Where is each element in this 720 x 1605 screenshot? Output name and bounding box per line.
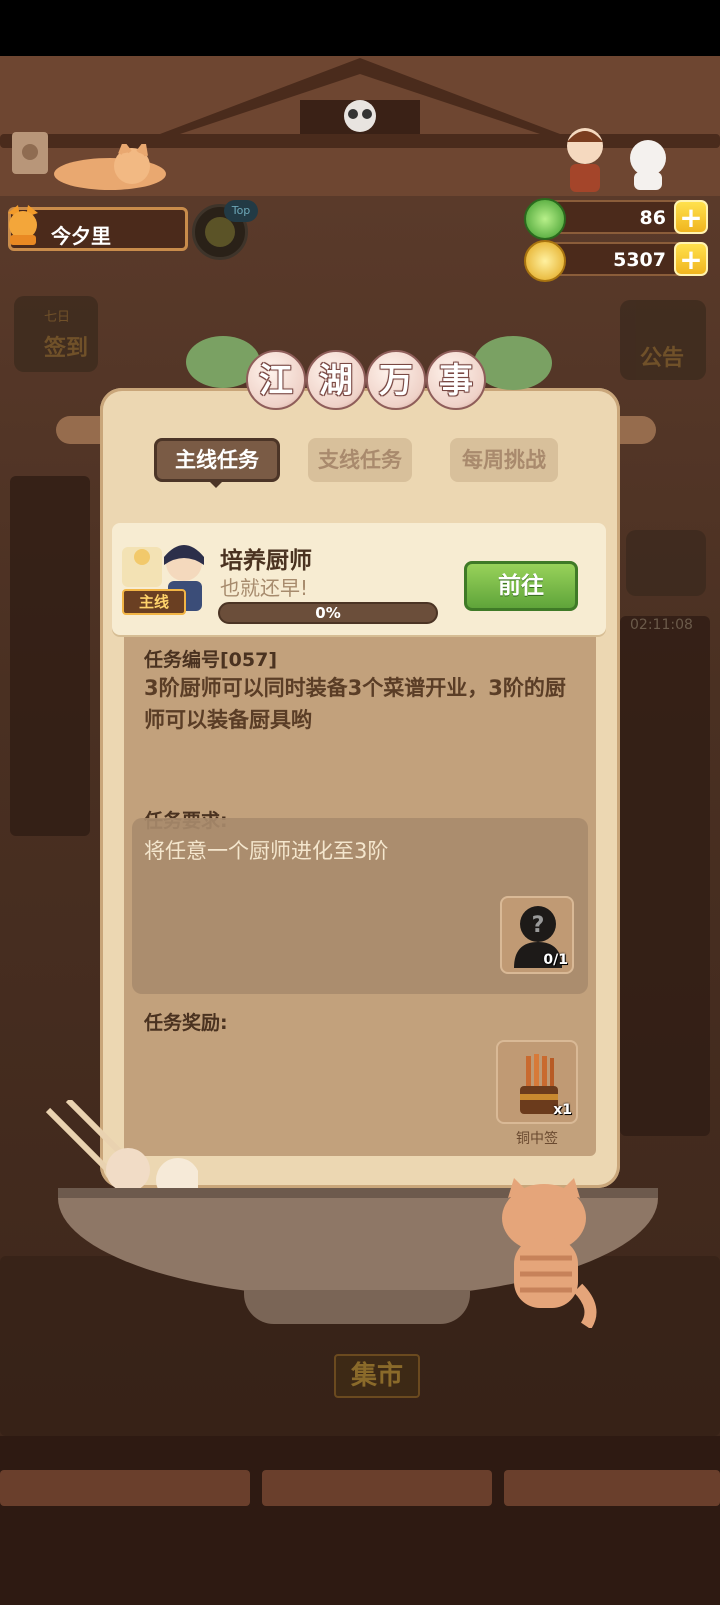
title-char-1: 江 [246, 350, 306, 410]
player-name: 今夕里 [51, 224, 111, 248]
fox-rank-icon [8, 205, 38, 245]
main-quest-tag: 主线 [122, 589, 186, 615]
requirement-count: 0/1 [543, 952, 568, 968]
title-char-3: 万 [366, 350, 426, 410]
climbing-cat-icon [502, 1178, 597, 1328]
fishball-skewer-icon [45, 1100, 198, 1200]
task-description: 3阶厨师可以同时装备3个菜谱开业，3阶的厨师可以装备厨具哟 [144, 676, 566, 732]
gift-timer: 02:11:08 [630, 617, 693, 633]
recipe-jar-icon [12, 132, 48, 174]
go-button[interactable]: 前往 [464, 561, 578, 611]
sign-in-day-label: 七日 [44, 310, 71, 325]
daily-sign-in-button[interactable]: 七日 签到 [14, 296, 98, 372]
market-sign[interactable]: 集市 [334, 1354, 420, 1398]
quest-progress-bar: 0% [218, 602, 438, 624]
coin-amount: 5307 [613, 249, 666, 271]
restaurant-roof [0, 56, 720, 196]
reward-label: 任务奖励: [144, 1012, 228, 1034]
title-char-2: 湖 [306, 350, 366, 410]
floor-plank [0, 1470, 250, 1506]
jade-icon [524, 198, 566, 240]
tab-weekly-challenge[interactable]: 每周挑战 [450, 438, 558, 482]
white-cat-npc-icon [630, 140, 666, 190]
notice-label: 公告 [640, 346, 685, 371]
shopkeeper-npc-icon [567, 128, 603, 192]
floor-plank [504, 1470, 720, 1506]
tab-main-quest[interactable]: 主线任务 [154, 438, 280, 482]
tab-side-quest[interactable]: 支线任务 [308, 438, 412, 482]
right-shelf [620, 616, 710, 1136]
reward-slot[interactable]: x1 [496, 1040, 578, 1124]
left-shelf [10, 476, 90, 836]
top-badge: Top [224, 200, 258, 222]
quest-title: 培养厨师 [220, 548, 312, 574]
reward-name: 铜中签 [516, 1131, 558, 1147]
requirement-slot[interactable]: ? 0/1 [500, 896, 574, 974]
reward-count: x1 [553, 1102, 572, 1118]
roof-truss-icon [160, 58, 560, 134]
floor-plank [262, 1470, 492, 1506]
title-char-4: 事 [426, 350, 486, 410]
limited-gift-button[interactable] [626, 530, 706, 596]
requirement-text: 将任意一个厨师进化至3阶 [144, 839, 389, 863]
jade-currency-bar: 86 + [524, 198, 708, 240]
coin-icon [524, 240, 566, 282]
add-jade-button[interactable]: + [674, 200, 708, 234]
floor [0, 1436, 720, 1605]
coin-currency-bar: 5307 + [524, 240, 708, 282]
notice-button[interactable]: 公告 [620, 300, 706, 380]
sign-in-label: 签到 [44, 336, 89, 361]
chick-avatar-icon [205, 217, 235, 247]
quest-subtitle: 也就还早! [220, 576, 309, 600]
active-tab-caret [208, 480, 224, 488]
status-bar [0, 0, 720, 56]
add-coin-button[interactable]: + [674, 242, 708, 276]
jade-amount: 86 [639, 207, 666, 229]
quest-progress-label: 0% [315, 604, 341, 622]
sleeping-cat-icon [54, 144, 166, 190]
bowl-foot [244, 1290, 470, 1324]
svg-text:?: ? [532, 913, 545, 938]
task-number: 任务编号[057] [144, 649, 278, 671]
